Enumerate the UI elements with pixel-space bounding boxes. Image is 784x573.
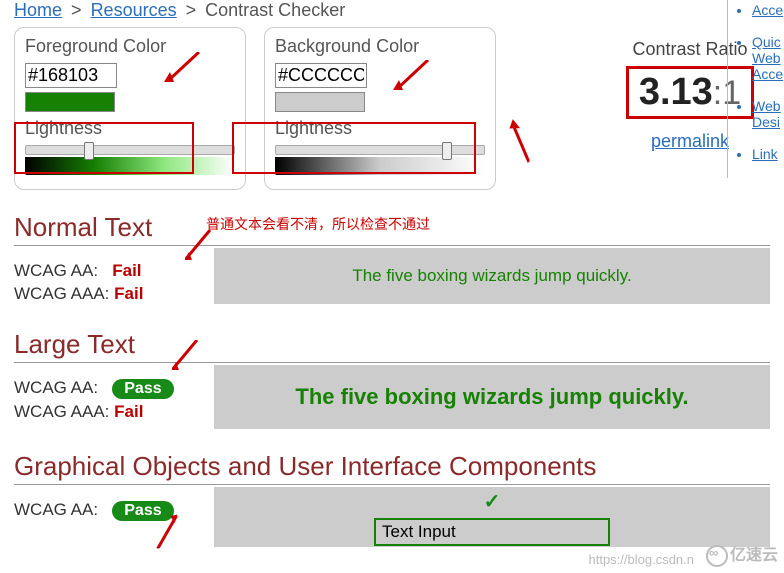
background-title: Background Color <box>275 36 485 57</box>
normal-aa-label: WCAG AA: <box>14 261 98 280</box>
watermark-text: 亿速云 <box>730 547 778 564</box>
breadcrumb: Home > Resources > Contrast Checker <box>0 0 784 27</box>
breadcrumb-sep: > <box>186 0 197 20</box>
background-panel: Background Color Lightness <box>264 27 496 190</box>
right-nav-item[interactable]: Link <box>752 146 784 162</box>
normal-text-sample[interactable]: The five boxing wizards jump quickly. <box>214 248 770 304</box>
right-nav: Acce Quic Web Acce Web Desi Link <box>727 0 784 178</box>
foreground-title: Foreground Color <box>25 36 235 57</box>
normal-aa-result: Fail <box>112 261 141 280</box>
watermark-url: https://blog.csdn.n <box>588 552 694 567</box>
background-lightness-label: Lightness <box>275 118 485 139</box>
large-aaa-label: WCAG AAA: <box>14 402 109 421</box>
breadcrumb-resources[interactable]: Resources <box>91 0 177 20</box>
large-text-heading: Large Text <box>14 329 770 363</box>
foreground-hex-input[interactable] <box>25 63 117 88</box>
gui-aa-label: WCAG AA: <box>14 500 98 519</box>
large-aa-result-pass-badge: Pass <box>112 379 173 399</box>
foreground-swatch <box>25 92 115 112</box>
contrast-ratio-value: 3.13 <box>639 71 713 113</box>
gui-section: Graphical Objects and User Interface Com… <box>14 451 770 547</box>
large-aaa-result: Fail <box>114 402 143 421</box>
right-nav-item[interactable]: Quic Web Acce <box>752 34 784 82</box>
foreground-lightness-label: Lightness <box>25 118 235 139</box>
background-lightness-slider[interactable] <box>275 145 485 175</box>
annotation-text: 普通文本会看不清，所以检查不通过 <box>206 214 430 234</box>
normal-aaa-result: Fail <box>114 284 143 303</box>
background-hex-input[interactable] <box>275 63 367 88</box>
gui-text-input[interactable] <box>374 518 610 546</box>
gui-heading: Graphical Objects and User Interface Com… <box>14 451 770 485</box>
breadcrumb-home[interactable]: Home <box>14 0 62 20</box>
normal-aaa-label: WCAG AAA: <box>14 284 109 303</box>
cloud-icon <box>706 545 728 567</box>
right-nav-item[interactable]: Acce <box>752 2 784 18</box>
foreground-lightness-slider[interactable] <box>25 145 235 175</box>
large-text-section: Large Text WCAG AA: Pass WCAG AAA: Fail … <box>14 329 770 429</box>
right-nav-item[interactable]: Web Desi <box>752 98 784 130</box>
watermark-logo: 亿速云 <box>706 541 778 567</box>
foreground-panel: Foreground Color Lightness <box>14 27 246 190</box>
large-text-sample[interactable]: The five boxing wizards jump quickly. <box>214 365 770 429</box>
large-aa-label: WCAG AA: <box>14 378 98 397</box>
breadcrumb-sep: > <box>71 0 82 20</box>
check-icon: ✓ <box>484 489 501 514</box>
background-swatch <box>275 92 365 112</box>
breadcrumb-current: Contrast Checker <box>205 0 345 20</box>
gui-aa-result-pass-badge: Pass <box>112 501 173 521</box>
gui-sample: ✓ <box>214 487 770 547</box>
